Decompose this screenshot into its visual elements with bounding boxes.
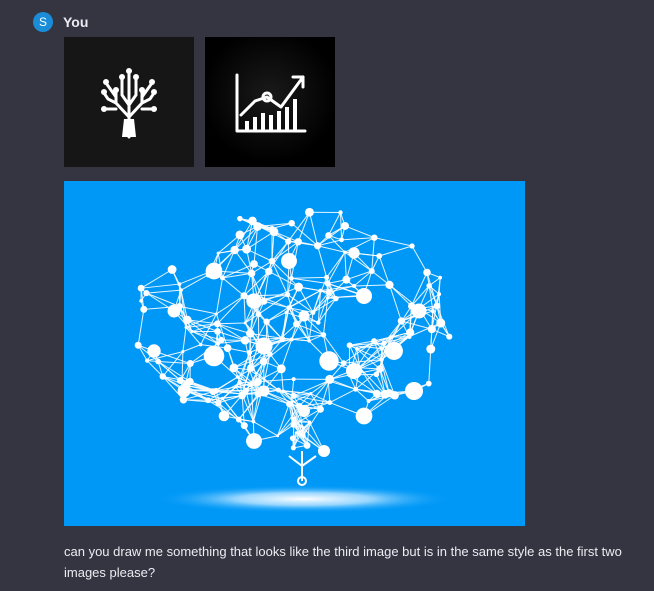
attachment-image-1[interactable] <box>64 37 194 167</box>
tree-circuit-icon <box>101 68 157 139</box>
avatar: S <box>33 12 53 32</box>
message-header: S You <box>33 12 88 32</box>
message-text: can you draw me something that looks lik… <box>64 544 622 580</box>
attachment-image-3[interactable] <box>64 181 525 526</box>
attachment-image-2[interactable] <box>205 37 335 167</box>
brain-network-illustration <box>134 207 454 513</box>
growth-chart-icon <box>235 73 307 133</box>
author-name: You <box>63 14 89 30</box>
chat-page: S You can you draw me something that loo… <box>0 0 654 591</box>
